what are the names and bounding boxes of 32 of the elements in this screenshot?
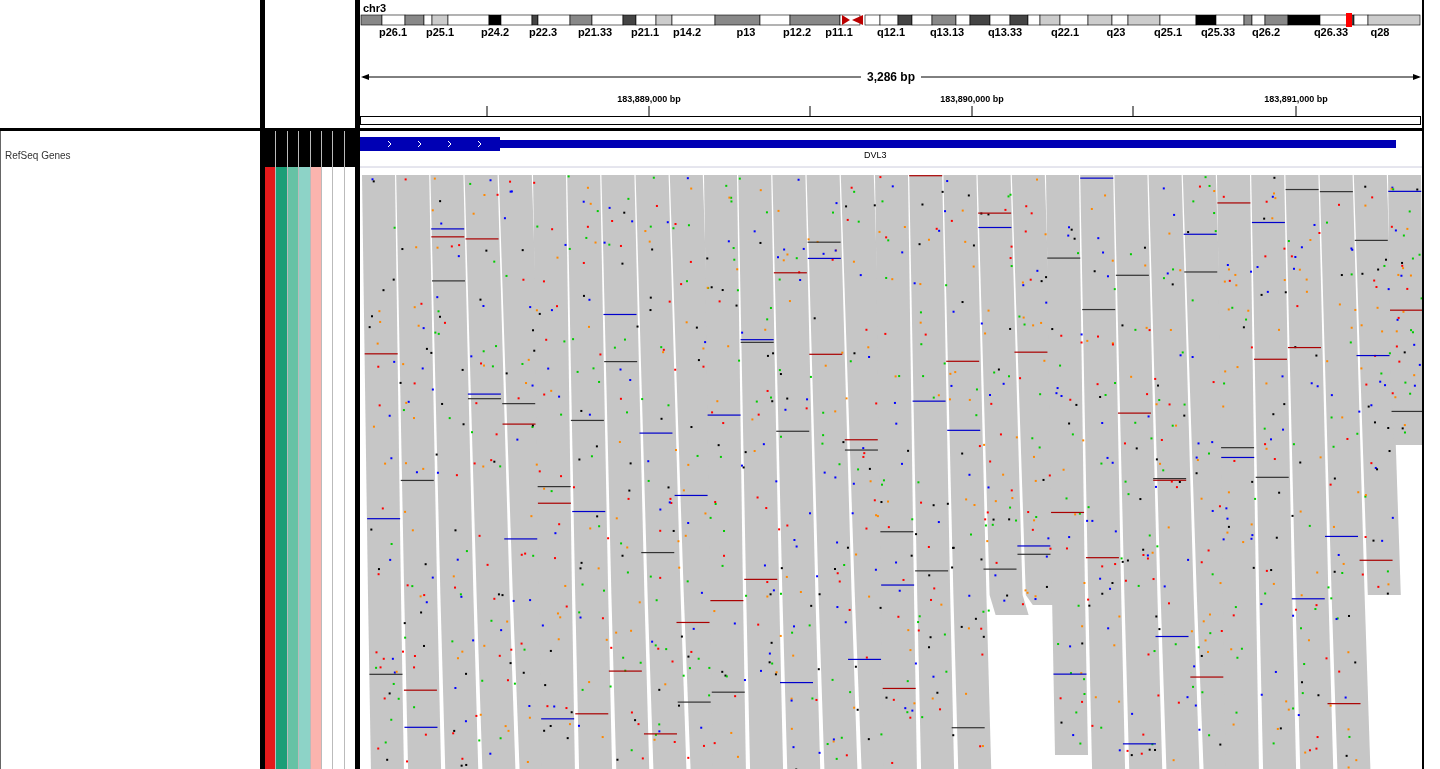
band-label: p22.3 — [528, 26, 558, 38]
band-label: p24.2 — [480, 26, 510, 38]
track-name[interactable]: RefSeq Genes — [5, 150, 71, 161]
band-label: q23 — [1106, 26, 1126, 38]
gene-label: DVL3 — [864, 150, 887, 160]
attribute-header[interactable] — [265, 131, 276, 167]
band-label: p13 — [736, 26, 756, 38]
band-label: q13.33 — [987, 26, 1023, 38]
band-label: p25.1 — [425, 26, 455, 38]
tick-label: 183,890,000 bp — [940, 94, 1004, 104]
span-label: 3,286 bp — [861, 70, 921, 84]
band-label: p21.1 — [630, 26, 660, 38]
band-label: q25.1 — [1153, 26, 1183, 38]
tick-label: 183,891,000 bp — [1264, 94, 1328, 104]
tick-label: 183,889,000 bp — [617, 94, 681, 104]
band-label: p12.2 — [782, 26, 812, 38]
band-label: q28 — [1370, 26, 1390, 38]
band-label: p21.33 — [577, 26, 613, 38]
attribute-header[interactable] — [287, 131, 299, 167]
band-label: q26.33 — [1313, 26, 1349, 38]
band-label: p26.1 — [378, 26, 408, 38]
band-label: q25.33 — [1200, 26, 1236, 38]
band-label: q26.2 — [1251, 26, 1281, 38]
attribute-header[interactable] — [310, 131, 321, 167]
band-label: q22.1 — [1050, 26, 1080, 38]
chromosome-name: chr3 — [363, 2, 387, 14]
band-label: q13.13 — [929, 26, 965, 38]
band-label: p14.2 — [672, 26, 702, 38]
band-label: q12.1 — [876, 26, 906, 38]
attribute-header[interactable] — [321, 131, 333, 167]
band-label: p11.1 — [825, 26, 853, 38]
attribute-header[interactable] — [344, 131, 355, 167]
